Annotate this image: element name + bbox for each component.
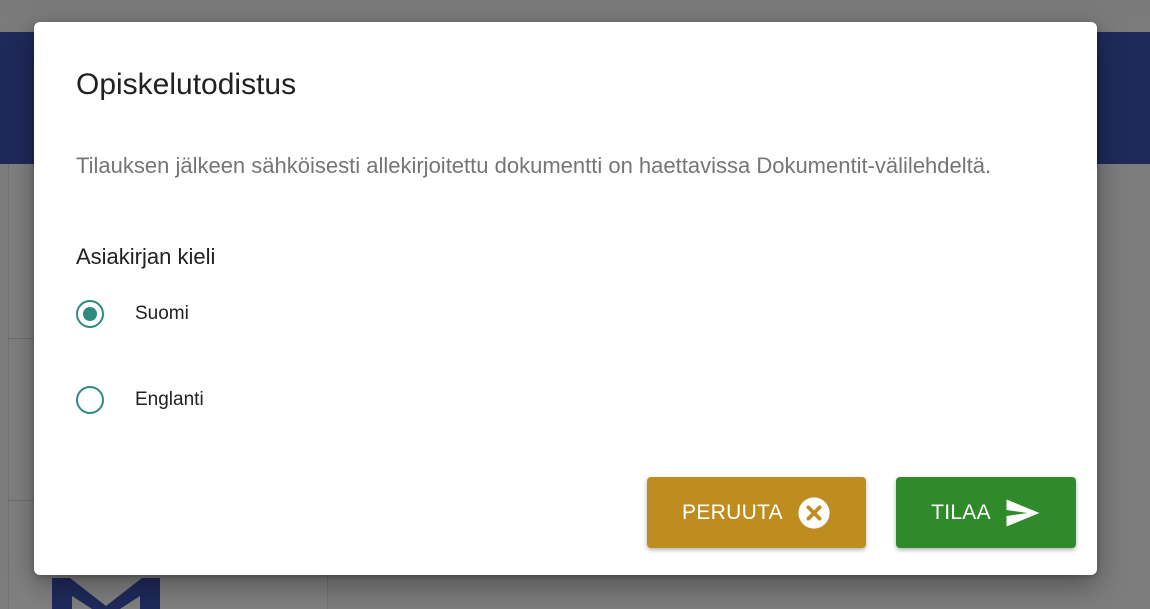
close-circle-icon	[797, 496, 831, 530]
radio-option-englanti[interactable]: Englanti	[76, 382, 204, 418]
radio-dot	[83, 307, 97, 321]
dialog-title: Opiskelutodistus	[76, 68, 297, 101]
order-certificate-dialog: Opiskelutodistus Tilauksen jälkeen sähkö…	[34, 22, 1097, 575]
dialog-description: Tilauksen jälkeen sähköisesti allekirjoi…	[76, 153, 992, 178]
cancel-button-label: PERUUTA	[682, 500, 783, 524]
radio-checked-icon[interactable]	[76, 300, 104, 328]
background-logo-icon	[52, 578, 160, 609]
submit-button-label: TILAA	[931, 500, 991, 524]
submit-button[interactable]: TILAA	[896, 477, 1076, 548]
send-icon	[1005, 498, 1041, 528]
language-field-label: Asiakirjan kieli	[76, 244, 216, 269]
radio-option-suomi[interactable]: Suomi	[76, 296, 189, 332]
radio-label: Englanti	[135, 389, 204, 410]
background-top-strip	[0, 0, 1150, 10]
radio-label: Suomi	[135, 303, 189, 324]
radio-unchecked-icon[interactable]	[76, 386, 104, 414]
cancel-button[interactable]: PERUUTA	[647, 477, 866, 548]
